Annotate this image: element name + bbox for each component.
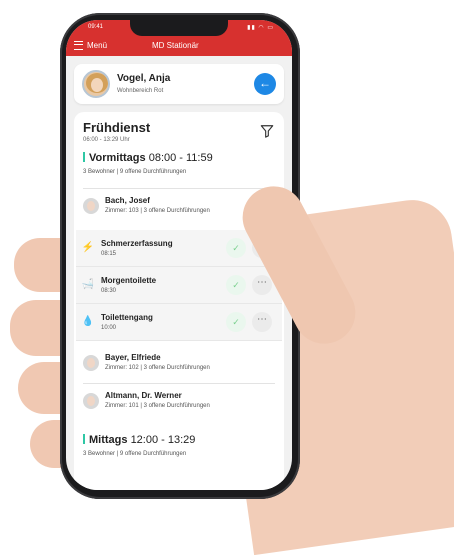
resident-info: Zimmer: 101 | 3 offene Durchführungen: [105, 403, 210, 409]
section-name: Mittags: [89, 434, 128, 446]
app-title: MD Stationär: [152, 41, 199, 50]
check-icon: ✓: [232, 280, 240, 290]
section-time: 08:00 - 11:59: [148, 152, 213, 164]
resident-avatar: [83, 355, 99, 371]
resident-row[interactable]: Altmann, Dr. Werner Zimmer: 101 | 3 offe…: [83, 383, 275, 416]
resident-info: Zimmer: 103 | 3 offene Durchführungen: [105, 208, 210, 214]
shift-title: Frühdienst: [83, 120, 151, 135]
section-summary: 3 Bewohner | 9 offene Durchführungen: [83, 169, 187, 175]
resident-name: Bach, Josef: [105, 196, 150, 205]
resident-name: Altmann, Dr. Werner: [105, 391, 182, 400]
more-options-button[interactable]: ⋯: [252, 275, 272, 295]
task-row[interactable]: 🛁 Morgentoilette 08:30 ✓ ⋯: [76, 267, 282, 304]
task-name: Toilettengang: [101, 313, 153, 322]
task-name: Schmerzerfassung: [101, 239, 173, 248]
profile-name: Vogel, Anja: [117, 73, 171, 84]
hamburger-icon: [74, 41, 83, 50]
avatar: [82, 70, 110, 98]
filter-icon[interactable]: [260, 124, 274, 138]
shift-card: Frühdienst 06:00 - 13:29 Uhr Vormittags …: [74, 112, 284, 490]
shift-time: 06:00 - 13:29 Uhr: [83, 137, 130, 143]
check-icon: ✓: [232, 317, 240, 327]
status-time: 09:41: [88, 24, 104, 30]
task-row[interactable]: 💧 Toilettengang 10:00 ✓ ⋯: [76, 304, 282, 341]
task-name: Morgentoilette: [101, 276, 157, 285]
resident-info: Zimmer: 102 | 3 offene Durchführungen: [105, 365, 210, 371]
resident-avatar: [83, 198, 99, 214]
check-button[interactable]: ✓: [226, 312, 246, 332]
more-options-button[interactable]: ⋯: [252, 312, 272, 332]
task-time: 10:00: [101, 325, 117, 331]
section-header-vormittags[interactable]: Vormittags 08:00 - 11:59: [83, 152, 213, 164]
menu-label: Menü: [87, 41, 108, 50]
bathtub-icon: 🛁: [81, 279, 95, 290]
resident-row[interactable]: Bayer, Elfriede Zimmer: 102 | 3 offene D…: [83, 346, 275, 378]
profile-unit: Wohnbereich Rot: [117, 88, 164, 94]
check-button[interactable]: ✓: [226, 238, 246, 258]
section-time: 12:00 - 13:29: [130, 434, 196, 446]
section-summary: 3 Bewohner | 9 offene Durchführungen: [83, 451, 187, 457]
task-time: 08:30: [101, 288, 117, 294]
droplets-icon: 💧: [81, 316, 95, 327]
pain-icon: ⚡: [81, 242, 95, 253]
arrow-left-icon: ←: [259, 76, 271, 90]
app-header: 09:41 ▮▮ ◠ ▭ Menü MD Stationär: [66, 20, 292, 56]
section-header-mittags[interactable]: Mittags 12:00 - 13:29: [83, 434, 195, 446]
status-icons: ▮▮ ◠ ▭: [247, 25, 274, 31]
phone-notch: [130, 20, 228, 36]
check-icon: ✓: [232, 243, 240, 253]
check-button[interactable]: ✓: [226, 275, 246, 295]
menu-button[interactable]: Menü: [74, 41, 107, 50]
section-name: Vormittags: [89, 152, 146, 164]
back-arrow-button[interactable]: ←: [254, 73, 276, 95]
task-time: 08:15: [101, 251, 117, 257]
more-icon: ⋯: [257, 314, 267, 325]
more-icon: ⋯: [257, 277, 267, 288]
resident-avatar: [83, 393, 99, 409]
resident-name: Bayer, Elfriede: [105, 353, 161, 362]
profile-card[interactable]: Vogel, Anja Wohnbereich Rot ←: [74, 64, 284, 104]
